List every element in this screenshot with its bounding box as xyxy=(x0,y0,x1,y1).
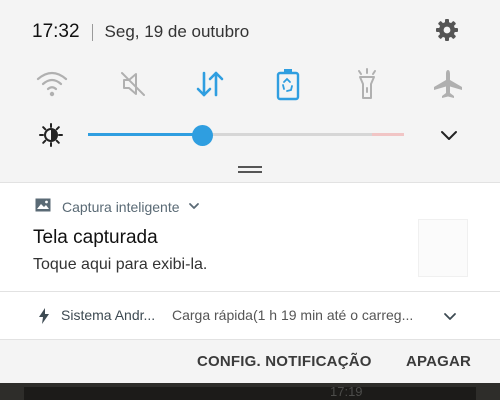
power-saving-icon[interactable] xyxy=(268,64,308,104)
airplane-icon[interactable] xyxy=(428,64,468,104)
quick-toggles xyxy=(0,64,500,104)
image-icon xyxy=(35,198,51,217)
screenshot-thumbnail[interactable] xyxy=(418,219,468,277)
notification-screenshot[interactable]: Captura inteligente Tela capturada Toque… xyxy=(0,182,500,290)
notification-actions: CONFIG. NOTIFICAÇÃO APAGAR xyxy=(0,339,500,383)
chevron-down-icon[interactable] xyxy=(188,198,200,216)
notification-settings-button[interactable]: CONFIG. NOTIFICAÇÃO xyxy=(197,353,372,370)
notification-body: Toque aqui para exibi-la. xyxy=(33,256,208,273)
slider-fill xyxy=(88,133,202,136)
app-name: Sistema Andr... xyxy=(61,307,156,323)
clear-all-button[interactable]: APAGAR xyxy=(406,353,471,370)
date[interactable]: Seg, 19 de outubro xyxy=(105,22,250,42)
background-preview: 17:19 xyxy=(0,383,500,400)
chevron-down-icon[interactable] xyxy=(440,306,460,326)
mute-icon[interactable] xyxy=(113,64,153,104)
app-name: Captura inteligente xyxy=(62,199,180,215)
notification-title: Tela capturada xyxy=(33,227,158,248)
data-sync-icon[interactable] xyxy=(190,64,230,104)
lightning-icon xyxy=(38,308,50,324)
wifi-icon[interactable] xyxy=(32,64,72,104)
divider xyxy=(91,23,93,41)
chevron-down-icon[interactable] xyxy=(438,124,460,146)
quick-settings-panel: 17:32 Seg, 19 de outubro xyxy=(0,0,500,182)
gear-icon[interactable] xyxy=(433,16,461,44)
drag-handle[interactable] xyxy=(238,166,262,174)
brightness-icon xyxy=(38,122,64,148)
flashlight-icon[interactable] xyxy=(347,64,387,104)
status-row: 17:32 Seg, 19 de outubro xyxy=(32,20,249,44)
clock: 17:32 xyxy=(32,21,80,42)
lockscreen-clock: 17:19 xyxy=(330,384,363,399)
slider-high-zone xyxy=(372,133,404,136)
notification-system[interactable]: Sistema Andr... Carga rápida(1 h 19 min … xyxy=(0,291,500,339)
slider-thumb[interactable] xyxy=(191,125,213,146)
notification-body: Carga rápida(1 h 19 min até o carreg... xyxy=(172,307,414,323)
notification-header: Captura inteligente xyxy=(35,197,200,217)
brightness-slider[interactable] xyxy=(88,125,404,146)
